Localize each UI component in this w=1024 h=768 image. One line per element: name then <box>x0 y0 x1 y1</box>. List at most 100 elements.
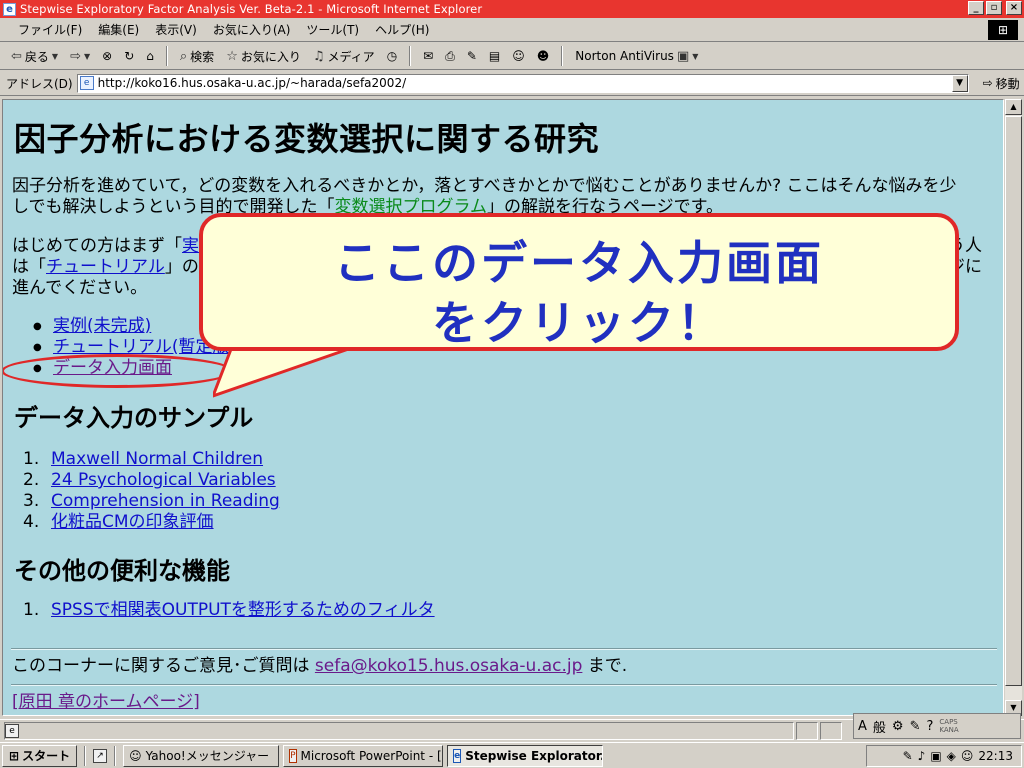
volume-icon[interactable]: ♪ <box>918 749 926 763</box>
minimize-button[interactable]: _ <box>968 1 984 15</box>
contact-prefix: このコーナーに関するご意見･ご質問は <box>12 656 310 676</box>
go-button[interactable]: ⇨ 移動 <box>983 75 1020 92</box>
list-item: 1. Maxwell Normal Children <box>23 449 280 470</box>
sample-link-maxwell[interactable]: Maxwell Normal Children <box>51 449 263 470</box>
powerpoint-icon: P <box>289 748 297 763</box>
contact-line: このコーナーに関するご意見･ご質問は sefa@koko15.hus.osaka… <box>12 656 992 677</box>
tutorial-link-inline[interactable]: チュートリアル <box>46 257 165 277</box>
messenger-icon[interactable]: ☺ <box>509 49 528 63</box>
address-label: アドレス(D) <box>6 76 73 91</box>
homepage-link[interactable]: [原田 章のホームページ] <box>12 692 200 712</box>
sample-number: 2. <box>23 470 40 490</box>
taskbar-separator <box>84 745 87 766</box>
ime-language-bar: A 般 ⚙ ✎ ? CAPS KANA <box>853 713 1021 739</box>
address-dropdown-icon[interactable]: ▼ <box>951 74 968 92</box>
page-status-icon: e <box>5 723 19 738</box>
example-link-inline[interactable]: 実 <box>182 236 199 256</box>
status-text-cell: e <box>4 721 794 740</box>
search-button[interactable]: ⌕ 検索 <box>177 48 217 65</box>
spss-filter-link[interactable]: SPSSで相関表OUTPUTを整形するためのフィルタ <box>51 600 435 621</box>
ime-mode-label[interactable]: 般 <box>873 717 886 736</box>
page-icon: e <box>79 76 94 90</box>
sample-number: 3. <box>23 491 40 511</box>
status-cell <box>820 721 842 740</box>
address-input[interactable]: e http://koko16.hus.osaka-u.ac.jp/~harad… <box>76 73 969 93</box>
antivirus-icon[interactable]: ◈ <box>947 749 956 763</box>
scroll-up-icon[interactable]: ▲ <box>1005 99 1022 115</box>
media-button[interactable]: ♫ メディア <box>310 48 378 65</box>
sample-number: 1. <box>23 449 40 469</box>
task-powerpoint[interactable]: P Microsoft PowerPoint - [.. <box>283 744 444 767</box>
back-button[interactable]: ⇦ 戻る ▼ <box>8 48 61 65</box>
close-button[interactable]: × <box>1006 1 1022 15</box>
taskbar: ⊞ スタート ↗ ☺ Yahoo!メッセンジャー P Microsoft Pow… <box>0 742 1024 768</box>
ime-pad-icon[interactable]: ✎ <box>910 719 921 734</box>
list-item: 1. SPSSで相関表OUTPUTを整形するためのフィルタ <box>23 600 435 621</box>
refresh-icon[interactable]: ↻ <box>121 49 137 63</box>
contact-suffix: まで. <box>587 656 628 676</box>
windows-logo-icon: ⊞ <box>988 20 1018 40</box>
tool-number: 1. <box>23 600 40 620</box>
back-arrow-icon: ⇦ <box>11 48 22 64</box>
toolbar-separator <box>561 46 564 66</box>
norton-label: Norton AntiVirus <box>575 49 674 63</box>
sample-number: 4. <box>23 512 40 532</box>
taskbar-separator <box>114 745 117 766</box>
network-icon[interactable]: ▣ <box>930 749 941 763</box>
forward-button[interactable]: ⇨ ▼ <box>67 49 93 64</box>
ime-settings-icon[interactable]: ⚙ <box>892 719 904 734</box>
task-internet-explorer[interactable]: e Stepwise Explorator... <box>447 744 604 767</box>
messenger-tray-icon[interactable]: ☺ <box>961 749 974 763</box>
menu-edit[interactable]: 編集(E) <box>90 21 147 38</box>
ime-help-icon[interactable]: ? <box>926 719 933 734</box>
example-link[interactable]: 実例(未完成) <box>53 316 151 336</box>
maximize-button[interactable]: ▫ <box>986 1 1002 15</box>
menu-view[interactable]: 表示(V) <box>147 21 205 38</box>
intro-line-1: 因子分析を進めていて，どの変数を入れるべきかとか，落とすべきかとかで悩むことがあ… <box>12 176 957 196</box>
clock[interactable]: 22:13 <box>978 749 1013 763</box>
print-icon[interactable]: ⎙ <box>442 49 458 64</box>
mail-icon[interactable]: ✉ <box>420 49 436 63</box>
page-content: 因子分析における変数選択に関する研究 因子分析を進めていて，どの変数を入れるべき… <box>2 99 1004 716</box>
menu-favorites[interactable]: お気に入り(A) <box>205 21 299 38</box>
stop-icon[interactable]: ⊗ <box>99 49 115 63</box>
list-item: 4. 化粧品CMの印象評価 <box>23 512 280 533</box>
norton-antivirus-button[interactable]: Norton AntiVirus ▣ ▼ <box>572 49 701 64</box>
divider <box>11 648 997 650</box>
search-label: 検索 <box>190 49 215 64</box>
menu-tools[interactable]: ツール(T) <box>298 21 367 38</box>
menu-help[interactable]: ヘルプ(H) <box>367 21 437 38</box>
favorites-button[interactable]: ☆ お気に入り <box>223 48 304 65</box>
tools-heading: その他の便利な機能 <box>14 557 230 585</box>
edit-icon[interactable]: ✎ <box>464 49 480 63</box>
ie-icon: e <box>453 748 462 763</box>
home-icon[interactable]: ⌂ <box>143 49 157 63</box>
norton-icon: ▣ <box>676 48 690 64</box>
list-item: 3. Comprehension in Reading <box>23 491 280 512</box>
pen-icon[interactable]: ✎ <box>903 749 913 763</box>
task-label: Stepwise Explorator... <box>465 748 604 763</box>
history-icon[interactable]: ◷ <box>384 49 400 63</box>
window-title: Stepwise Exploratory Factor Analysis Ver… <box>20 2 483 16</box>
standard-toolbar: ⇦ 戻る ▼ ⇨ ▼ ⊗ ↻ ⌂ ⌕ 検索 ☆ お気に入り ♫ メディア ◷ ✉… <box>0 43 1024 70</box>
start-button[interactable]: ⊞ スタート <box>2 744 78 767</box>
vertical-scrollbar[interactable]: ▲ ▼ <box>1005 99 1022 716</box>
back-label: 戻る <box>24 49 49 64</box>
sample-link-reading[interactable]: Comprehension in Reading <box>51 491 280 512</box>
task-yahoo-messenger[interactable]: ☺ Yahoo!メッセンジャー <box>123 744 280 767</box>
contact-email-link[interactable]: sefa@koko15.hus.osaka-u.ac.jp <box>315 656 582 676</box>
sample-link-cosmetics[interactable]: 化粧品CMの印象評価 <box>51 512 214 533</box>
discuss-icon[interactable]: ▤ <box>486 49 503 63</box>
caps-kana-indicator: CAPS KANA <box>939 718 959 734</box>
menu-file[interactable]: ファイル(F) <box>10 21 90 38</box>
scroll-thumb[interactable] <box>1005 116 1022 686</box>
menu-bar: ファイル(F) 編集(E) 表示(V) お気に入り(A) ツール(T) ヘルプ(… <box>0 18 1024 42</box>
sample-link-24-psych[interactable]: 24 Psychological Variables <box>51 470 276 491</box>
yahoo-icon[interactable]: ☻ <box>534 49 553 63</box>
quick-launch-icon[interactable]: ↗ <box>93 748 108 763</box>
media-icon: ♫ <box>312 48 325 64</box>
ime-input-mode-icon[interactable]: A <box>858 719 867 734</box>
forward-arrow-icon: ⇨ <box>70 48 81 64</box>
dropdown-arrow-icon: ▼ <box>83 51 91 61</box>
task-label: Microsoft PowerPoint - [.. <box>300 748 444 763</box>
